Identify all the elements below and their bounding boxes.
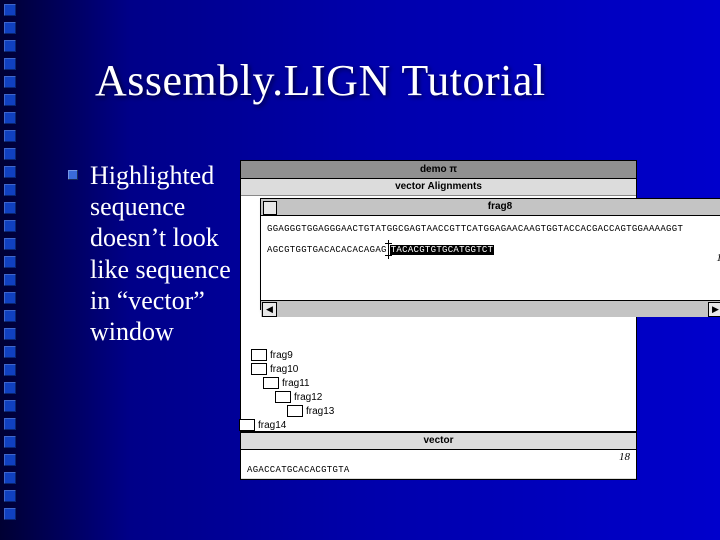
fragment-label: frag12: [294, 392, 322, 403]
bullet-text: Highlighted sequence doesn’t look like s…: [90, 160, 233, 347]
fragment-box-icon: [275, 391, 291, 403]
fragment-box-icon: [251, 349, 267, 361]
fragment-list-item[interactable]: frag9: [251, 348, 334, 362]
fragment-box-icon: [251, 363, 267, 375]
sequence-line-2[interactable]: AGCGTGGTGACACACACAGAGTACACGTGTGCATGGTCT: [267, 244, 720, 255]
vector-body[interactable]: 18 AGACCATGCACACGTGTA: [241, 450, 636, 478]
scroll-left-icon[interactable]: ◀: [262, 302, 277, 317]
fragment-box-icon: [287, 405, 303, 417]
fragment-list-item[interactable]: frag11: [263, 376, 334, 390]
vector-window: vector 18 AGACCATGCACACGTGTA: [240, 432, 637, 480]
frag8-body[interactable]: 73 + 112 GGAGGGTGGAGGGAACTGTATGGCGAGTAAC…: [261, 216, 720, 300]
fragment-label: frag14: [258, 420, 286, 431]
scroll-right-icon[interactable]: ▶: [708, 302, 720, 317]
sequence-highlighted[interactable]: TACACGTGTGCATGGTCT: [390, 245, 495, 255]
close-icon[interactable]: [263, 201, 277, 215]
fragment-list-item[interactable]: frag12: [275, 390, 334, 404]
text-caret-icon: [388, 244, 389, 255]
frag8-scrollbar[interactable]: ◀ ▶: [261, 300, 720, 317]
vector-title: vector: [241, 433, 636, 450]
vector-sequence[interactable]: AGACCATGCACACGTGTA: [247, 465, 350, 475]
fragment-box-icon: [263, 377, 279, 389]
frag8-title: frag8: [488, 201, 512, 212]
fragment-list-item[interactable]: frag13: [287, 404, 334, 418]
fragment-label: frag11: [282, 378, 310, 389]
fragment-label: frag10: [270, 364, 298, 375]
fragment-box-icon: [239, 419, 255, 431]
sequence-line-1[interactable]: GGAGGGTGGAGGGAACTGTATGGCGAGTAACCGTTCATGG…: [267, 224, 720, 234]
demo-window-title: demo π: [241, 161, 636, 179]
bullet-item: Highlighted sequence doesn’t look like s…: [68, 160, 233, 347]
frag8-window: frag8 73 + 112 GGAGGGTGGAGGGAACTGTATGGCG…: [260, 198, 720, 310]
fragment-label: frag9: [270, 350, 293, 361]
frag8-titlebar[interactable]: frag8: [261, 199, 720, 216]
bullet-marker-icon: [68, 170, 78, 180]
slide-title: Assembly.LIGN Tutorial: [95, 55, 546, 106]
fragment-label: frag13: [306, 406, 334, 417]
slide-decorative-squares: [4, 4, 22, 536]
vector-position-number: 18: [619, 451, 630, 463]
fragment-list: frag9 frag10 frag11 frag12 frag13 frag14: [251, 348, 334, 432]
fragment-list-item[interactable]: frag10: [251, 362, 334, 376]
demo-window-subtitle: vector Alignments: [241, 179, 636, 196]
fragment-list-item[interactable]: frag14: [239, 418, 334, 432]
sequence-line-2-prefix: AGCGTGGTGACACACACAGAG: [267, 245, 387, 255]
position-number-112: 112: [716, 252, 720, 264]
